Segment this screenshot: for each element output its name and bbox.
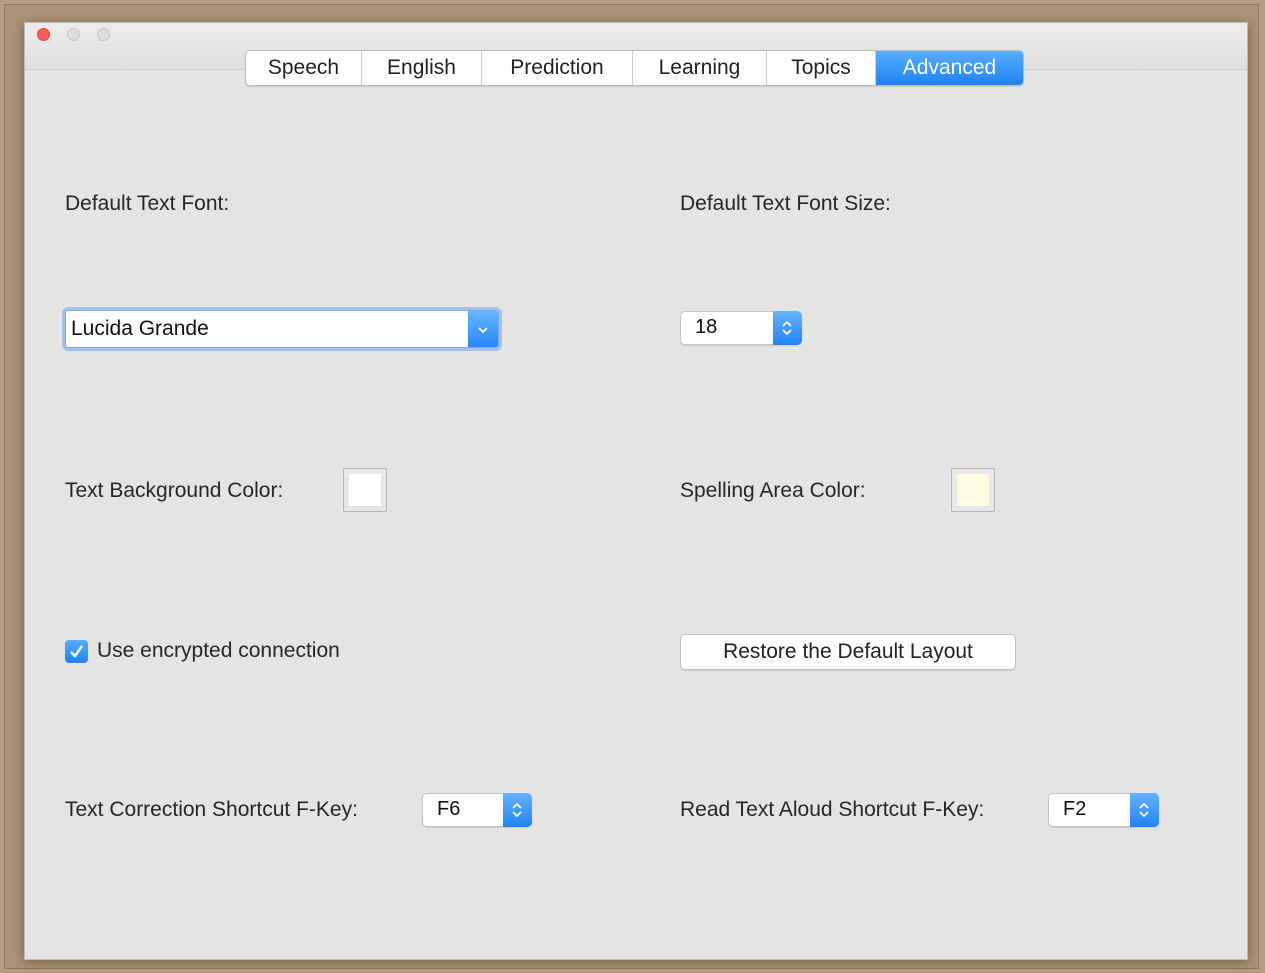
- spelling-area-color-swatch: [957, 474, 989, 506]
- zoom-window-button[interactable]: [97, 28, 110, 41]
- font-size-value: 18: [695, 316, 718, 338]
- tab-learning[interactable]: Learning: [633, 51, 767, 85]
- up-down-chevron-icon[interactable]: [1130, 793, 1159, 827]
- text-background-color-well[interactable]: [343, 468, 387, 512]
- close-window-button[interactable]: [37, 28, 50, 41]
- up-down-chevron-icon[interactable]: [773, 311, 802, 345]
- read-aloud-shortcut-popup[interactable]: F2: [1048, 793, 1159, 827]
- preferences-tab-bar: Speech English Prediction Learning Topic…: [245, 50, 1024, 86]
- default-font-combobox[interactable]: Lucida Grande: [65, 310, 499, 348]
- read-aloud-shortcut-label: Read Text Aloud Shortcut F-Key:: [680, 798, 985, 821]
- text-correction-shortcut-label: Text Correction Shortcut F-Key:: [65, 798, 358, 821]
- encrypted-connection-checkbox[interactable]: [65, 640, 88, 663]
- encrypted-connection-label[interactable]: Use encrypted connection: [97, 639, 340, 663]
- read-aloud-shortcut-value: F2: [1063, 798, 1087, 820]
- tab-speech[interactable]: Speech: [246, 51, 362, 85]
- text-background-color-swatch: [349, 474, 381, 506]
- checkmark-icon: [70, 645, 83, 658]
- tab-prediction[interactable]: Prediction: [482, 51, 633, 85]
- minimize-window-button[interactable]: [67, 28, 80, 41]
- chevron-down-icon[interactable]: [468, 311, 498, 347]
- text-correction-shortcut-value: F6: [437, 798, 461, 820]
- preferences-window: Speech English Prediction Learning Topic…: [24, 22, 1248, 960]
- text-background-color-label: Text Background Color:: [65, 479, 284, 502]
- tab-topics[interactable]: Topics: [767, 51, 876, 85]
- default-font-label: Default Text Font:: [65, 192, 230, 215]
- up-down-chevron-icon[interactable]: [503, 793, 532, 827]
- default-font-value: Lucida Grande: [71, 317, 209, 340]
- font-size-popup[interactable]: 18: [680, 311, 802, 345]
- tab-english[interactable]: English: [362, 51, 482, 85]
- text-correction-shortcut-popup[interactable]: F6: [422, 793, 532, 827]
- spelling-area-color-well[interactable]: [951, 468, 995, 512]
- tab-advanced[interactable]: Advanced: [876, 51, 1023, 85]
- default-font-size-label: Default Text Font Size:: [680, 192, 891, 215]
- restore-default-layout-button[interactable]: Restore the Default Layout: [680, 634, 1016, 670]
- spelling-area-color-label: Spelling Area Color:: [680, 479, 866, 502]
